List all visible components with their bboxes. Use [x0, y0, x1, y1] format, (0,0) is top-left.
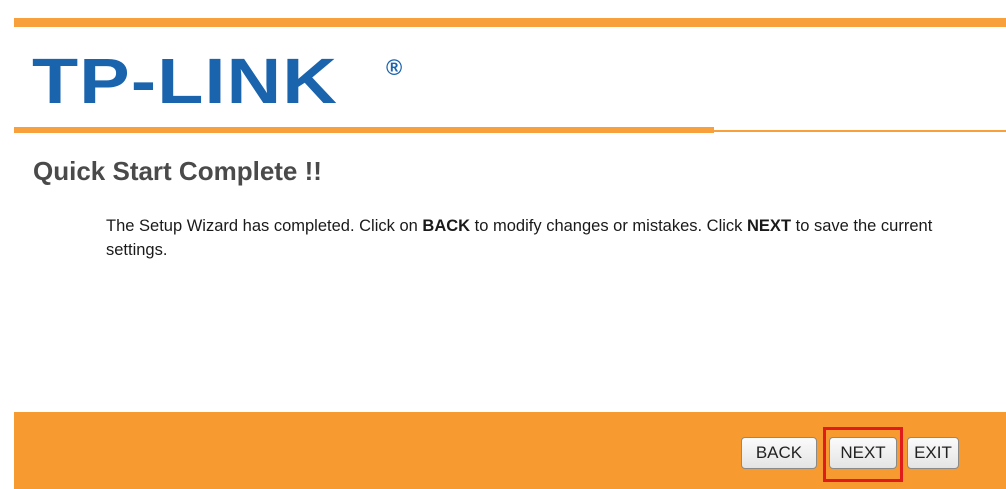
- registered-mark: ®: [386, 55, 403, 80]
- top-accent-bar: [14, 18, 1006, 27]
- header-divider-thin: [714, 130, 1006, 132]
- page-title: Quick Start Complete !!: [33, 156, 322, 186]
- tp-link-logo: TP-LINK: [32, 45, 339, 117]
- message-next-word: NEXT: [747, 217, 792, 235]
- header: TP-LINK ®: [14, 27, 1006, 127]
- back-button[interactable]: BACK: [741, 437, 817, 469]
- setup-wizard-page: TP-LINK ® Quick Start Complete !! The Se…: [0, 0, 1006, 489]
- exit-button[interactable]: EXIT: [907, 437, 959, 469]
- message-back-word: BACK: [422, 217, 471, 235]
- header-divider: [14, 127, 714, 133]
- message-part-2: to modify changes or mistakes. Click: [470, 217, 748, 235]
- message-part-1: The Setup Wizard has completed. Click on: [106, 217, 423, 235]
- next-button[interactable]: NEXT: [829, 437, 897, 469]
- completion-message: The Setup Wizard has completed. Click on…: [106, 214, 996, 262]
